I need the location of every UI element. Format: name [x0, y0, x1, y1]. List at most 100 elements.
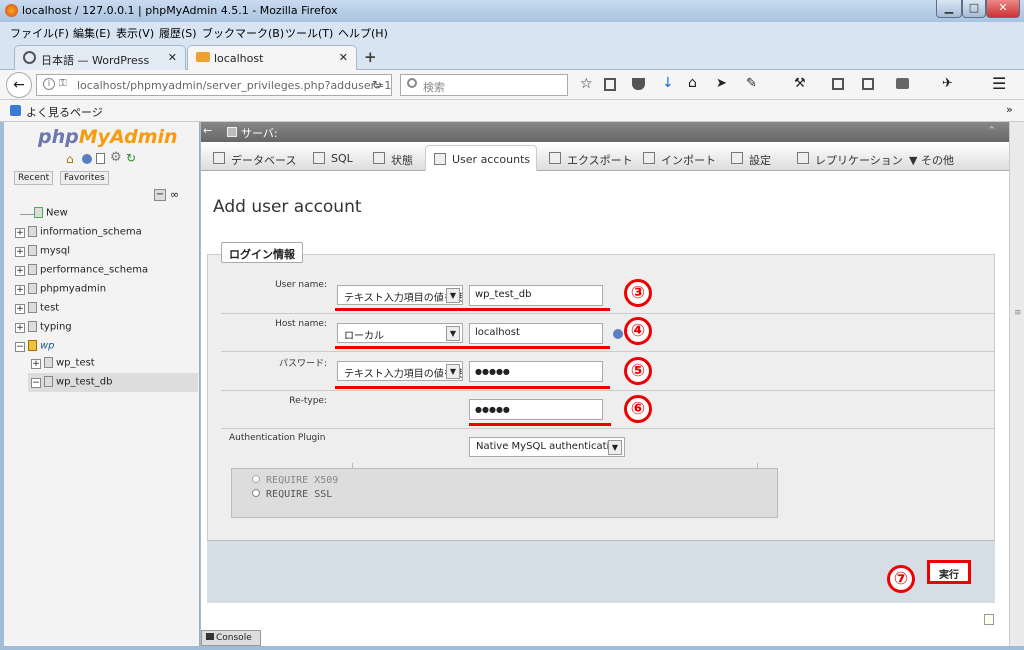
tab-wordpress[interactable]: 日本語 — WordPress ✕ [14, 45, 186, 70]
row-divider [221, 428, 995, 429]
retype-password-input[interactable]: ●●●●● [469, 399, 603, 420]
logout-icon[interactable] [82, 154, 92, 164]
expand-icon[interactable]: + [15, 322, 25, 333]
notes-icon[interactable] [984, 614, 994, 625]
tree-item-phpmyadmin[interactable]: + phpmyadmin [15, 280, 106, 299]
close-tab-icon[interactable]: ✕ [339, 51, 348, 64]
send-icon[interactable]: ➤ [716, 76, 727, 91]
new-tab-button[interactable]: + [364, 48, 377, 66]
collapse-icon[interactable]: − [31, 377, 41, 388]
maximize-button[interactable]: □ [962, 0, 986, 18]
tab-settings[interactable]: 設定 [723, 145, 777, 171]
database-icon [44, 357, 53, 368]
user-name-input[interactable]: wp_test_db [469, 285, 603, 306]
tree-item-typing[interactable]: + typing [15, 318, 72, 337]
menu-edit[interactable]: 編集(E) [73, 25, 111, 41]
bookmarks-overflow-icon[interactable]: » [1006, 103, 1013, 116]
bookmark-most-visited[interactable]: よく見るページ [26, 104, 103, 120]
auth-plugin-select[interactable]: Native MySQL authentication ▼ [469, 437, 625, 457]
home-icon[interactable]: ⌂ [66, 152, 74, 166]
screenshot-icon[interactable] [862, 78, 874, 90]
server-label[interactable]: サーバ: [241, 125, 278, 141]
radio-require-ssl[interactable]: REQUIRE SSL [252, 489, 332, 500]
minimize-button[interactable]: ▁ [936, 0, 962, 18]
reading-list-icon[interactable] [604, 78, 616, 91]
menu-history[interactable]: 履歴(S) [159, 25, 197, 41]
wordpress-icon [23, 51, 36, 64]
tab-localhost[interactable]: localhost ✕ [187, 45, 357, 70]
docs-icon[interactable] [96, 153, 105, 164]
tab-replication[interactable]: レプリケーション [789, 145, 909, 171]
back-button[interactable]: ← [6, 72, 32, 98]
close-window-button[interactable]: ✕ [986, 0, 1020, 18]
tab-sql[interactable]: SQL [305, 145, 359, 171]
submit-button[interactable]: 実行 [927, 560, 971, 584]
collapse-icon[interactable]: − [15, 341, 25, 352]
host-name-type-select[interactable]: ローカル ▼ [337, 323, 463, 343]
tree-item-wp-test-db[interactable]: − wp_test_db [28, 373, 198, 392]
tab-status[interactable]: 状態 [365, 145, 419, 171]
collapse-top-icon[interactable]: ⌃ [987, 124, 996, 137]
collapse-nav-arrow-icon[interactable]: ← [203, 124, 212, 137]
reload-button[interactable]: ↻ [372, 78, 382, 92]
expand-icon[interactable]: + [31, 358, 41, 369]
expand-icon[interactable]: + [15, 303, 25, 314]
tools-icon[interactable]: ⚒ [794, 76, 806, 91]
expand-icon[interactable]: + [15, 265, 25, 276]
chevron-down-icon: ▼ [446, 288, 460, 303]
pma-logo[interactable]: phpMyAdmin [38, 126, 178, 148]
vertical-scrollbar[interactable]: ≡ [1009, 122, 1024, 646]
home-icon[interactable]: ⌂ [688, 75, 697, 91]
link-icon[interactable]: ∞ [170, 188, 179, 201]
radio-require-x509[interactable]: REQUIRE X509 [252, 475, 338, 486]
row-divider [221, 313, 995, 314]
tab-import[interactable]: インポート [635, 145, 722, 171]
tree-item-new[interactable]: New [20, 204, 68, 223]
menu-view[interactable]: 表示(V) [116, 25, 154, 41]
chevron-down-icon: ▼ [608, 440, 622, 455]
favorites-button[interactable]: Favorites [60, 171, 109, 185]
tree-item-test[interactable]: + test [15, 299, 59, 318]
scroll-thumb-grip[interactable]: ≡ [1014, 308, 1022, 318]
password-input[interactable]: ●●●●● [469, 361, 603, 382]
help-icon[interactable] [613, 329, 623, 339]
bookmark-star-icon[interactable]: ☆ [580, 76, 593, 92]
console-toggle[interactable]: Console [201, 630, 261, 646]
tree-item-mysql[interactable]: + mysql [15, 242, 70, 261]
eyedropper-icon[interactable]: ✎ [746, 76, 757, 91]
hamburger-menu-icon[interactable]: ☰ [992, 74, 1006, 93]
tree-label: phpmyadmin [40, 283, 107, 295]
tab-databases[interactable]: データベース [205, 145, 302, 171]
password-type-select[interactable]: テキスト入力項目の値を使用 ▼ [337, 361, 463, 381]
search-input[interactable]: 検索 [400, 74, 568, 96]
tab-export[interactable]: エクスポート [541, 145, 639, 171]
menu-help[interactable]: ヘルプ(H) [338, 25, 388, 41]
reload-nav-icon[interactable]: ↻ [126, 151, 136, 165]
close-tab-icon[interactable]: ✕ [168, 51, 177, 64]
recent-button[interactable]: Recent [14, 171, 54, 185]
camera-icon[interactable] [896, 78, 909, 89]
expand-icon[interactable]: + [15, 227, 25, 238]
user-name-type-select[interactable]: テキスト入力項目の値を使用 ▼ [337, 285, 463, 305]
pocket-icon[interactable] [632, 78, 645, 90]
expand-icon[interactable]: + [15, 246, 25, 257]
console-icon [206, 633, 214, 640]
download-icon[interactable]: ↓ [662, 75, 674, 91]
host-name-input[interactable]: localhost [469, 323, 603, 344]
bookmark-folder-icon [10, 105, 21, 116]
sql-icon [313, 152, 325, 164]
tab-more[interactable]: ▼ その他 [897, 145, 960, 171]
menu-file[interactable]: ファイル(F) [10, 25, 69, 41]
collapse-all-icon[interactable]: − [154, 189, 166, 201]
window-icon[interactable] [832, 78, 844, 90]
settings-icon[interactable]: ⚙ [110, 150, 122, 165]
tree-item-performance-schema[interactable]: + performance_schema [15, 261, 148, 280]
tree-item-information-schema[interactable]: + information_schema [15, 223, 142, 242]
menu-tools[interactable]: ツール(T) [285, 25, 333, 41]
menu-bookmarks[interactable]: ブックマーク(B) [202, 25, 284, 41]
tab-user-accounts[interactable]: User accounts [425, 145, 538, 171]
url-input[interactable]: i ⚿ localhost/phpmyadmin/server_privileg… [36, 74, 392, 96]
extension-icon[interactable]: ✈ [942, 76, 953, 91]
tree-item-wp-test[interactable]: + wp_test [31, 354, 95, 373]
expand-icon[interactable]: + [15, 284, 25, 295]
